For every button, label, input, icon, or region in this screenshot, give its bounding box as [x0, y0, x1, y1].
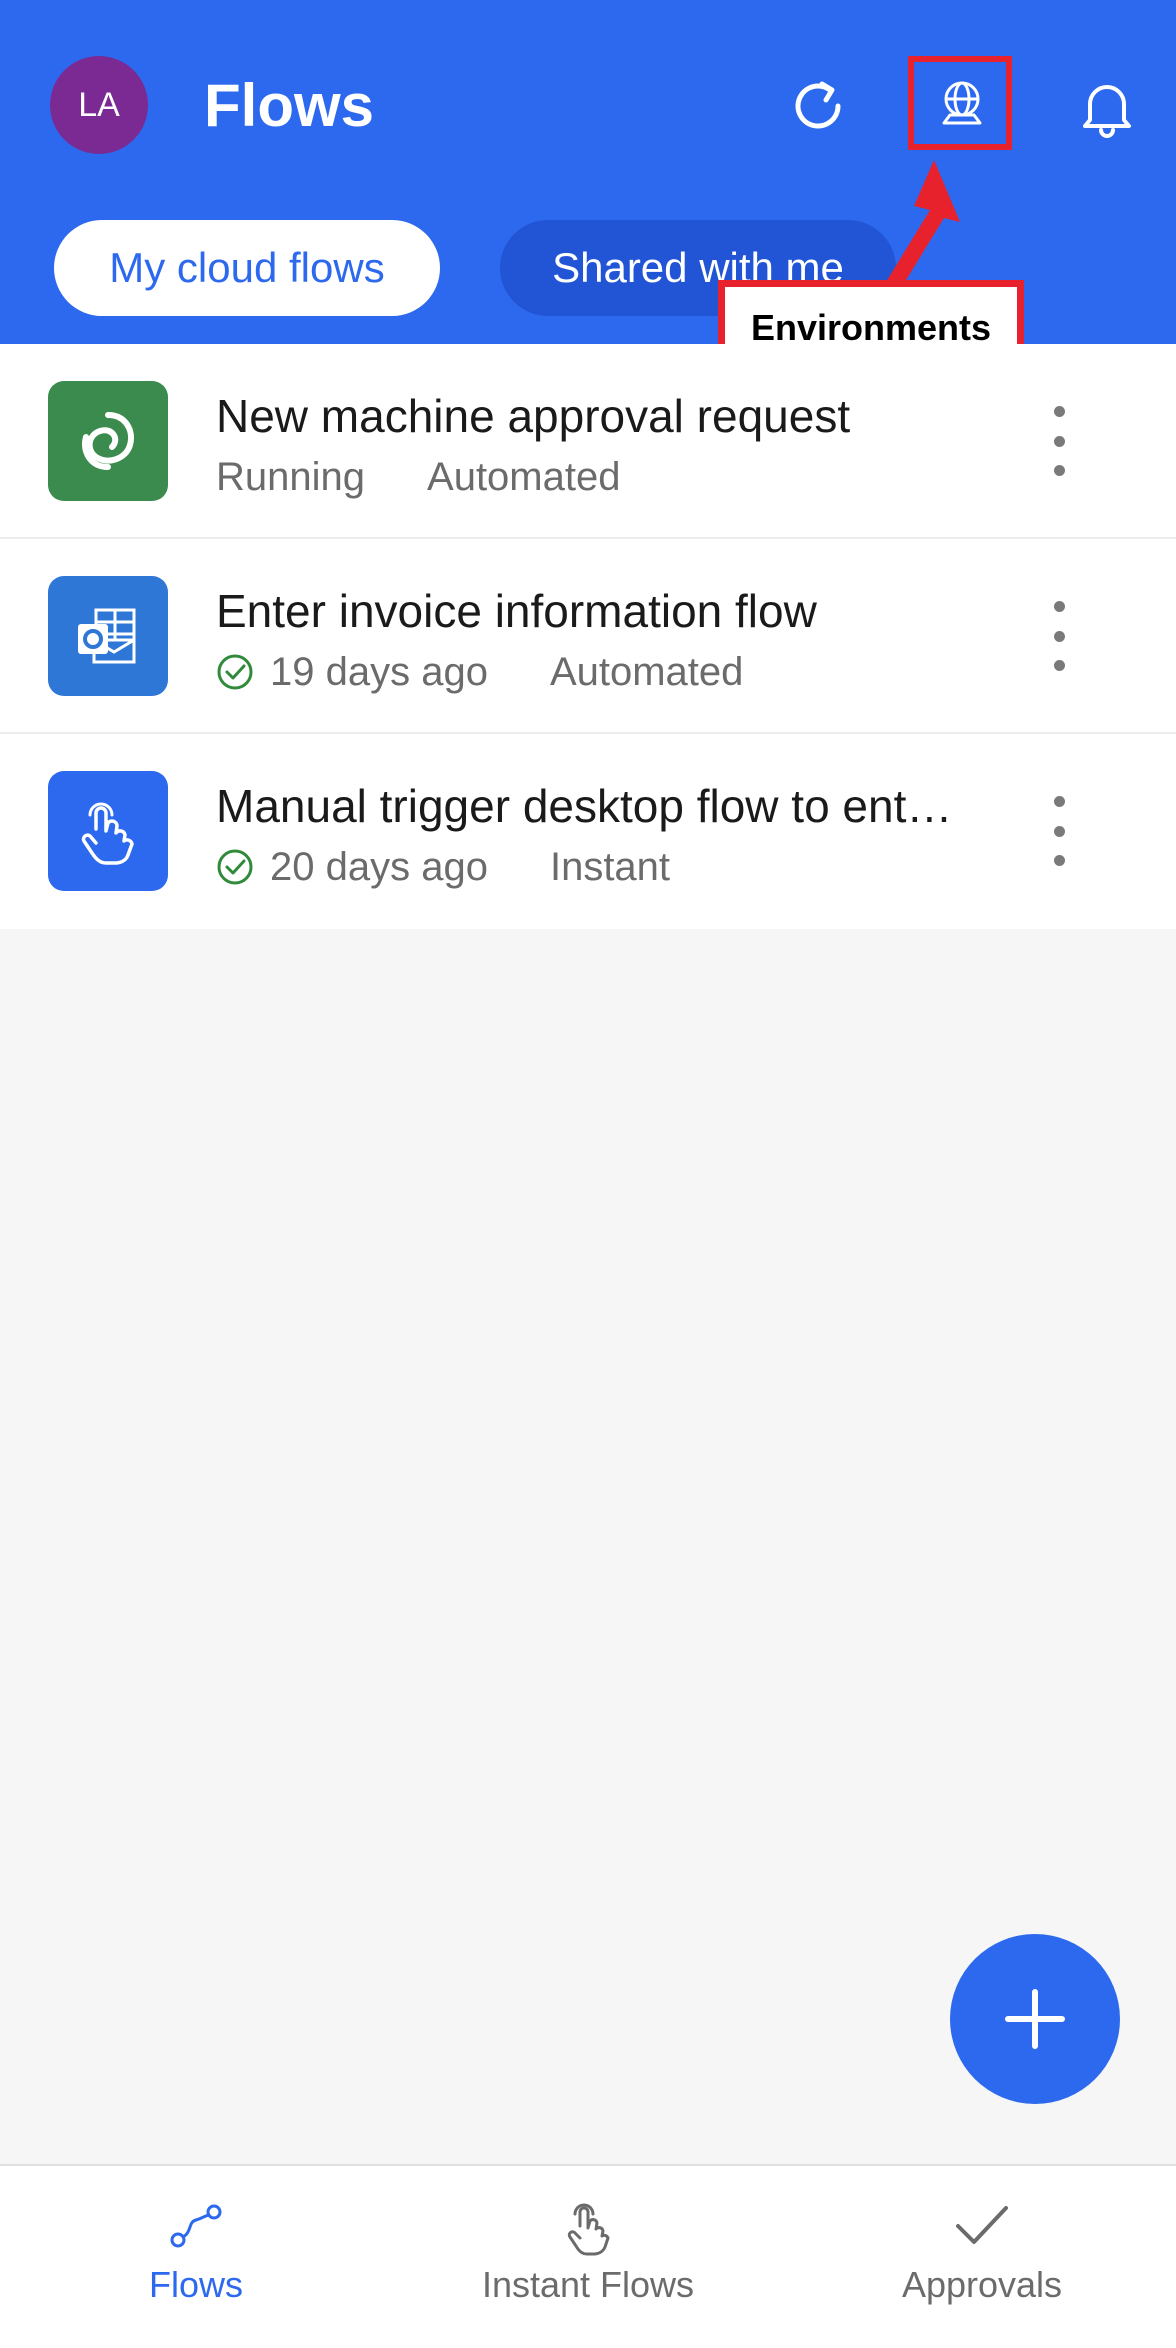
- touch-icon: [48, 771, 168, 891]
- flow-title: Manual trigger desktop flow to ent…: [216, 780, 953, 832]
- flow-title: New machine approval request: [216, 390, 851, 442]
- list-item[interactable]: New machine approval request Running Aut…: [0, 344, 1176, 539]
- nav-label: Instant Flows: [481, 2264, 695, 2305]
- nav-item-flows[interactable]: Flows: [16, 2196, 376, 2326]
- dataverse-icon: [48, 381, 168, 501]
- list-item[interactable]: Enter invoice information flow 19 days a…: [0, 539, 1176, 734]
- bottom-navigation: Flows Instant Flows Approvals: [0, 2164, 1176, 2348]
- avatar[interactable]: LA: [50, 56, 148, 154]
- nav-label: Flows: [148, 2264, 243, 2305]
- flow-title: Enter invoice information flow: [216, 585, 817, 637]
- more-options-icon[interactable]: [1040, 396, 1078, 486]
- flow-status: 20 days ago: [270, 845, 488, 889]
- flow-type: Automated: [549, 650, 744, 694]
- flow-status: Running: [216, 455, 366, 499]
- refresh-icon[interactable]: [778, 66, 858, 146]
- flow-type: Instant: [549, 845, 671, 889]
- nav-item-approvals[interactable]: Approvals: [802, 2196, 1162, 2326]
- notifications-button[interactable]: [1066, 66, 1148, 148]
- bell-icon: [1083, 85, 1131, 138]
- callout-arrow: [886, 160, 960, 290]
- environments-button[interactable]: [908, 56, 1016, 154]
- flows-icon: [170, 2204, 222, 2248]
- more-options-icon[interactable]: [1040, 786, 1078, 876]
- globe-icon: [942, 81, 982, 125]
- list-item[interactable]: Manual trigger desktop flow to ent… 20 d…: [0, 734, 1176, 929]
- outlook-icon: [48, 576, 168, 696]
- plus-icon: [1005, 1989, 1065, 2049]
- checkmark-icon: [956, 2206, 1008, 2244]
- flow-meta: Running Automated: [216, 452, 620, 502]
- flow-meta: 20 days ago Instant: [216, 842, 670, 892]
- more-options-icon[interactable]: [1040, 591, 1078, 681]
- nav-label: Approvals: [901, 2264, 1063, 2305]
- check-circle-icon: [217, 849, 253, 885]
- touch-icon: [567, 2203, 610, 2256]
- check-circle-icon: [217, 654, 253, 690]
- flow-list: New machine approval request Running Aut…: [0, 344, 1176, 929]
- flow-meta: 19 days ago Automated: [216, 647, 743, 697]
- tab-my-cloud-flows[interactable]: My cloud flows: [54, 220, 440, 316]
- add-flow-button[interactable]: [950, 1934, 1120, 2104]
- flow-type: Automated: [427, 455, 621, 499]
- page-title: Flows: [204, 72, 375, 139]
- flow-status: 19 days ago: [270, 650, 488, 694]
- nav-item-instant-flows[interactable]: Instant Flows: [408, 2196, 768, 2326]
